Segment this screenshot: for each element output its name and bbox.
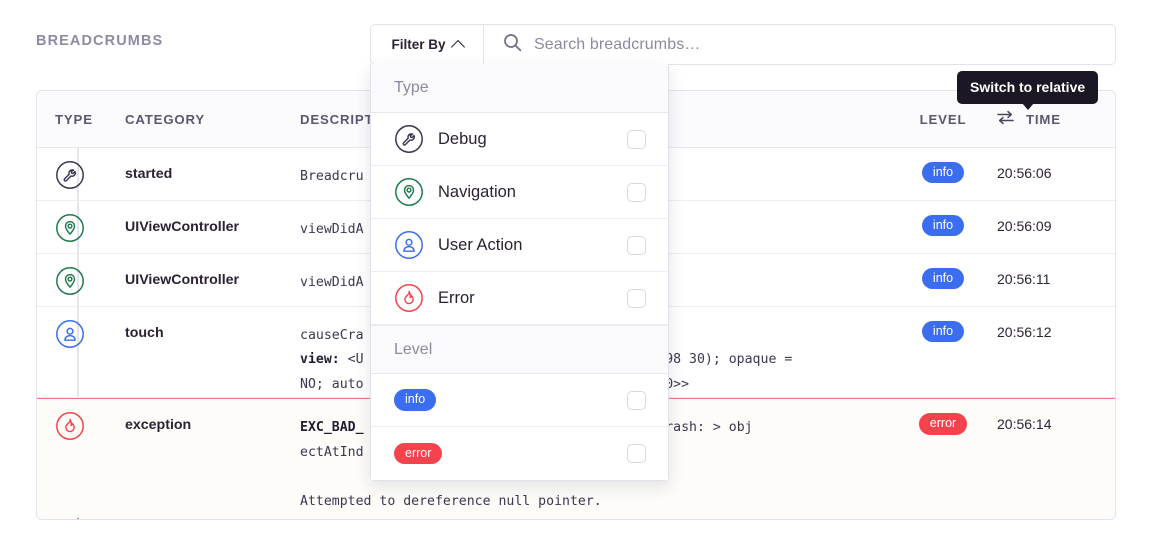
row-category: started: [125, 148, 300, 200]
row-description-line1: causeCra: [300, 328, 364, 343]
dropdown-option-debug[interactable]: Debug: [371, 113, 668, 166]
dropdown-option-checkbox[interactable]: [627, 444, 646, 463]
swap-horizontal-icon[interactable]: [997, 110, 1014, 128]
chevron-up-icon: [450, 39, 464, 53]
user-icon: [55, 319, 85, 349]
location-pin-icon: [55, 213, 85, 243]
row-type-icon-cell: [37, 307, 125, 397]
dropdown-option-label: Navigation: [438, 183, 627, 202]
row-type-icon-cell: [37, 148, 125, 200]
search-icon: [503, 33, 522, 57]
row-time: 20:56:12: [997, 307, 1115, 397]
row-description-key: EXC_BAD_: [300, 420, 364, 435]
dropdown-option-user-action[interactable]: User Action: [371, 219, 668, 272]
dropdown-option-checkbox[interactable]: [627, 289, 646, 308]
column-header-type[interactable]: TYPE: [37, 112, 125, 127]
dropdown-section-type: Type: [371, 64, 668, 113]
filter-by-button[interactable]: Filter By: [371, 25, 484, 64]
wrench-icon: [394, 124, 424, 154]
row-level-cell: info: [889, 254, 997, 306]
row-type-icon-cell: [37, 399, 125, 518]
user-icon: [394, 230, 424, 260]
row-time: 20:56:11: [997, 254, 1115, 306]
location-pin-icon: [394, 177, 424, 207]
dropdown-level-badge-wrap: info: [394, 389, 627, 410]
search-input[interactable]: Search breadcrumbs…: [534, 36, 700, 54]
dropdown-option-checkbox[interactable]: [627, 236, 646, 255]
search-field[interactable]: Search breadcrumbs…: [484, 25, 1115, 64]
status-badge: info: [922, 215, 964, 236]
row-category: UIViewController: [125, 254, 300, 306]
dropdown-option-error[interactable]: Error: [371, 272, 668, 325]
row-level-cell: info: [889, 307, 997, 397]
dropdown-option-label: User Action: [438, 236, 627, 255]
dropdown-section-level: Level: [371, 325, 668, 374]
row-time: 20:56:14: [997, 399, 1115, 518]
dropdown-option-checkbox[interactable]: [627, 130, 646, 149]
row-description-line2: ectAtInd: [300, 445, 364, 460]
flame-icon: [55, 411, 85, 441]
dropdown-option-navigation[interactable]: Navigation: [371, 166, 668, 219]
dropdown-option-level-info[interactable]: info: [371, 374, 668, 427]
filter-by-label: Filter By: [391, 37, 445, 52]
page-title: BREADCRUMBS: [36, 33, 163, 49]
column-header-time: TIME: [997, 110, 1115, 128]
row-time: 20:56:06: [997, 148, 1115, 200]
row-level-cell: error: [889, 399, 997, 518]
row-level-cell: info: [889, 148, 997, 200]
filter-dropdown: Type Debug Navigation: [370, 64, 669, 481]
dropdown-option-label: Debug: [438, 130, 627, 149]
dropdown-option-label: Error: [438, 289, 627, 308]
row-type-icon-cell: [37, 201, 125, 253]
dropdown-option-checkbox[interactable]: [627, 183, 646, 202]
tooltip-switch-to-relative: Switch to relative: [957, 71, 1098, 104]
row-time: 20:56:09: [997, 201, 1115, 253]
status-badge: info: [394, 389, 436, 410]
breadcrumbs-panel: BREADCRUMBS TYPE CATEGORY DESCRIPTION LE…: [0, 0, 1152, 547]
row-category: exception: [125, 399, 300, 518]
column-header-level[interactable]: LEVEL: [889, 112, 997, 127]
dropdown-option-level-error[interactable]: error: [371, 427, 668, 480]
flame-icon: [394, 283, 424, 313]
status-badge: info: [922, 321, 964, 342]
row-category: touch: [125, 307, 300, 397]
status-badge: info: [922, 162, 964, 183]
status-badge: error: [394, 443, 442, 464]
row-description-key: view:: [300, 352, 340, 367]
status-badge: error: [919, 413, 967, 434]
column-header-category[interactable]: CATEGORY: [125, 112, 300, 127]
row-description-line3: Attempted to dereference null pointer.: [300, 494, 602, 509]
wrench-icon: [55, 160, 85, 190]
row-category: UIViewController: [125, 201, 300, 253]
status-badge: info: [922, 268, 964, 289]
dropdown-option-checkbox[interactable]: [627, 391, 646, 410]
location-pin-icon: [55, 266, 85, 296]
row-type-icon-cell: [37, 254, 125, 306]
search-bar: Filter By Search breadcrumbs…: [370, 24, 1116, 65]
row-level-cell: info: [889, 201, 997, 253]
dropdown-level-badge-wrap: error: [394, 443, 627, 464]
column-header-time-label[interactable]: TIME: [1026, 112, 1061, 127]
